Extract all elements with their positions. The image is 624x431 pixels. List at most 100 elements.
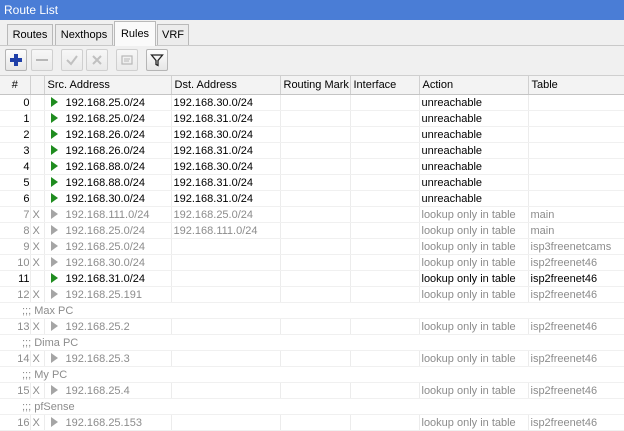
src-address-cell: 192.168.25.0/24 <box>44 94 172 111</box>
dst-address-cell: 192.168.31.0/24 <box>171 110 281 127</box>
table-row[interactable]: 0 192.168.25.0/24 192.168.30.0/24 unreachab… <box>0 94 624 111</box>
table-row[interactable]: 1 192.168.25.0/24 192.168.31.0/24 unreachab… <box>0 110 624 127</box>
routing-mark-cell <box>280 254 351 271</box>
interface-cell <box>350 158 420 175</box>
column-header-src-address[interactable]: Src. Address <box>44 76 172 95</box>
dst-address-cell <box>171 414 281 431</box>
table-cell <box>528 110 624 127</box>
note-icon <box>121 55 133 65</box>
enable-button[interactable] <box>61 49 83 71</box>
table-row[interactable]: 5 192.168.88.0/24 192.168.31.0/24 unreachab… <box>0 174 624 191</box>
comment-row[interactable]: ;;; Dima PC <box>0 334 624 351</box>
add-button[interactable] <box>5 49 27 71</box>
interface-cell <box>350 254 420 271</box>
column-header-routing-mark[interactable]: Routing Mark <box>280 76 351 95</box>
table-row[interactable]: 11 192.168.31.0/24 lookup only in table isp… <box>0 270 624 287</box>
src-address-cell: 192.168.25.153 <box>44 414 172 431</box>
column-header-number[interactable]: # <box>0 76 31 95</box>
table-cell: isp2freenet46 <box>528 286 624 303</box>
table-row[interactable]: 8 X 192.168.25.0/24 192.168.111.0/24 lookup … <box>0 222 624 239</box>
dst-address-cell: 192.168.31.0/24 <box>171 174 281 191</box>
table-row[interactable]: 12 X 192.168.25.191 lookup only in table isp… <box>0 286 624 303</box>
filter-icon <box>150 54 164 67</box>
src-address-cell: 192.168.25.0/24 <box>44 222 172 239</box>
routing-mark-cell <box>280 222 351 239</box>
interface-cell <box>350 190 420 207</box>
table-row[interactable]: 2 192.168.26.0/24 192.168.30.0/24 unreachab… <box>0 126 624 143</box>
action-cell: lookup only in table <box>419 382 529 399</box>
row-flag: X <box>30 238 45 255</box>
column-header-interface[interactable]: Interface <box>350 76 420 95</box>
table-body: 0 192.168.25.0/24 192.168.30.0/24 unreachab… <box>0 94 624 431</box>
row-flag: X <box>30 286 45 303</box>
plus-icon <box>10 54 22 66</box>
disable-button[interactable] <box>86 49 108 71</box>
table-row[interactable]: 7 X 192.168.111.0/24 192.168.25.0/24 lookup … <box>0 206 624 223</box>
tab-nexthops[interactable]: Nexthops <box>55 24 113 45</box>
comment-row[interactable]: ;;; pfSense <box>0 398 624 415</box>
dst-address-cell <box>171 254 281 271</box>
table-row[interactable]: 3 192.168.26.0/24 192.168.31.0/24 unreachab… <box>0 142 624 159</box>
table-row[interactable]: 4 192.168.88.0/24 192.168.30.0/24 unreachab… <box>0 158 624 175</box>
remove-button[interactable] <box>31 49 53 71</box>
play-icon <box>50 288 58 299</box>
table-cell: isp2freenet46 <box>528 382 624 399</box>
dst-address-cell <box>171 382 281 399</box>
tab-rules[interactable]: Rules <box>114 21 156 46</box>
routing-mark-cell <box>280 382 351 399</box>
comment-button[interactable] <box>116 49 138 71</box>
comment-text: ;;; pfSense <box>0 398 624 415</box>
row-flag: X <box>30 350 45 367</box>
src-address-cell: 192.168.88.0/24 <box>44 174 172 191</box>
rules-table: # Src. Address Dst. Address Routing Mark… <box>0 76 624 431</box>
interface-cell <box>350 382 420 399</box>
interface-cell <box>350 414 420 431</box>
table-row[interactable]: 10 X 192.168.30.0/24 lookup only in table is… <box>0 254 624 271</box>
play-icon <box>50 416 58 427</box>
row-flag <box>30 110 45 127</box>
routing-mark-cell <box>280 270 351 287</box>
row-number: 9 <box>0 238 31 255</box>
routing-mark-cell <box>280 350 351 367</box>
play-icon <box>50 96 58 107</box>
table-row[interactable]: 6 192.168.30.0/24 192.168.31.0/24 unreachab… <box>0 190 624 207</box>
table-cell <box>528 126 624 143</box>
comment-row[interactable]: ;;; My PC <box>0 366 624 383</box>
table-row[interactable]: 15 X 192.168.25.4 lookup only in table isp2f… <box>0 382 624 399</box>
routing-mark-cell <box>280 142 351 159</box>
row-flag <box>30 190 45 207</box>
table-row[interactable]: 9 X 192.168.25.0/24 lookup only in table isp… <box>0 238 624 255</box>
window-title: Route List <box>0 0 624 20</box>
tab-routes[interactable]: Routes <box>7 24 53 45</box>
row-number: 4 <box>0 158 31 175</box>
interface-cell <box>350 222 420 239</box>
table-row[interactable]: 14 X 192.168.25.3 lookup only in table isp2f… <box>0 350 624 367</box>
row-number: 3 <box>0 142 31 159</box>
src-address-cell: 192.168.25.3 <box>44 350 172 367</box>
table-cell: isp3freenetcams <box>528 238 624 255</box>
column-header-dst-address[interactable]: Dst. Address <box>171 76 281 95</box>
row-flag: X <box>30 254 45 271</box>
comment-row[interactable]: ;;; Max PC <box>0 302 624 319</box>
routing-mark-cell <box>280 318 351 335</box>
routing-mark-cell <box>280 174 351 191</box>
table-row[interactable]: 13 X 192.168.25.2 lookup only in table isp2f… <box>0 318 624 335</box>
tab-vrf[interactable]: VRF <box>157 24 189 45</box>
cross-icon <box>92 55 102 65</box>
play-icon <box>50 256 58 267</box>
interface-cell <box>350 174 420 191</box>
interface-cell <box>350 318 420 335</box>
dst-address-cell: 192.168.111.0/24 <box>171 222 281 239</box>
table-cell: isp2freenet46 <box>528 270 624 287</box>
column-header-action[interactable]: Action <box>419 76 529 95</box>
dst-address-cell <box>171 270 281 287</box>
filter-button[interactable] <box>146 49 168 71</box>
dst-address-cell: 192.168.25.0/24 <box>171 206 281 223</box>
action-cell: unreachable <box>419 94 529 111</box>
column-header-table[interactable]: Table <box>528 76 624 95</box>
interface-cell <box>350 94 420 111</box>
table-row[interactable]: 16 X 192.168.25.153 lookup only in table isp… <box>0 414 624 431</box>
column-header-flags[interactable] <box>30 76 45 95</box>
dst-address-cell <box>171 238 281 255</box>
interface-cell <box>350 270 420 287</box>
